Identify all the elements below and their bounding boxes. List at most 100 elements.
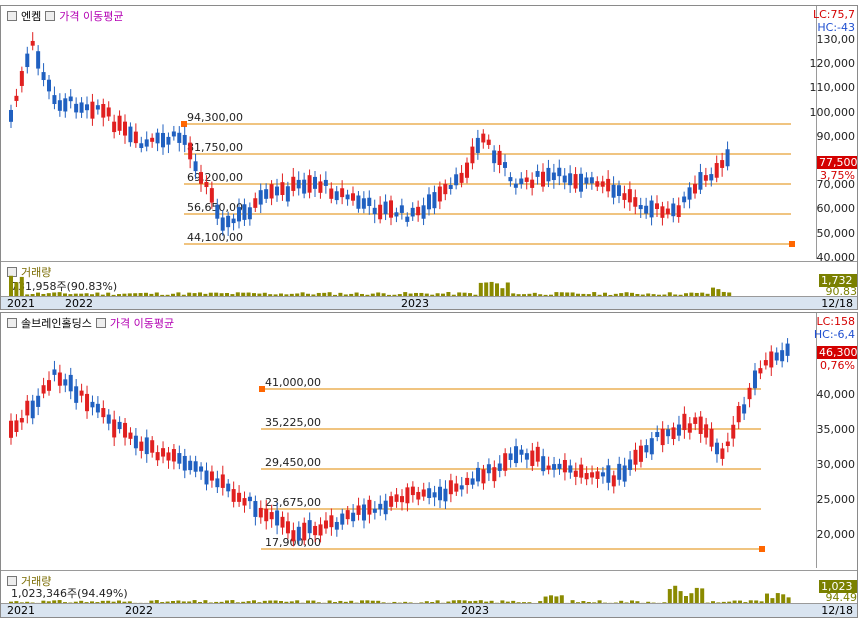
candle-body <box>95 105 100 110</box>
candle-body <box>231 218 236 224</box>
candle-body <box>204 181 209 188</box>
candle-body <box>448 480 453 495</box>
candle-body <box>171 449 176 462</box>
candle-body <box>9 109 13 122</box>
candle-body <box>237 207 241 222</box>
candle-body <box>508 177 513 182</box>
candle-body <box>492 467 497 482</box>
indicator-name: 가격 이동평균 <box>59 10 124 23</box>
candle-body <box>150 137 155 142</box>
candle-body <box>318 181 323 193</box>
candle-body <box>171 131 176 137</box>
top-price-chart[interactable]: 94,300,0081,750,0069,200,0056,650,0044,1… <box>1 6 819 259</box>
candle-body <box>291 530 296 542</box>
checkbox-icon[interactable] <box>95 318 106 328</box>
candle-body <box>703 175 708 181</box>
candle-body <box>709 428 714 447</box>
candle-body <box>421 489 426 497</box>
fib-label: 44,100,00 <box>187 231 243 244</box>
candle-body <box>720 448 725 459</box>
candle-body <box>389 496 394 507</box>
time-label-2023: 2023 <box>461 604 489 617</box>
candle-body <box>541 171 545 187</box>
candle-body <box>313 176 317 189</box>
candle-body <box>177 453 182 464</box>
candle-body <box>590 472 595 478</box>
candle-body <box>628 459 633 470</box>
candle-body <box>709 174 714 181</box>
checkbox-icon[interactable] <box>45 11 56 21</box>
candle-body <box>617 463 622 480</box>
candle-body <box>394 212 399 217</box>
volume-bar <box>700 588 705 604</box>
candle-body <box>595 181 600 187</box>
candle-body <box>329 188 334 199</box>
date-right: 12/18 <box>821 297 853 310</box>
candle-body <box>199 466 204 472</box>
checkbox-icon[interactable] <box>7 318 17 328</box>
candle-body <box>329 515 334 528</box>
candle-body <box>258 190 263 205</box>
candle-body <box>481 469 486 484</box>
candle-body <box>573 174 578 189</box>
checkbox-icon[interactable] <box>7 11 17 21</box>
candle-body <box>323 179 328 186</box>
candle-body <box>568 465 573 473</box>
candle-body <box>215 478 220 488</box>
candle-body <box>117 115 122 131</box>
candle-body <box>611 184 616 198</box>
candle-body <box>410 486 415 496</box>
fib-label: 29,450,00 <box>265 456 321 469</box>
candle-body <box>454 174 459 186</box>
candle-body <box>361 504 366 521</box>
candle-body <box>90 101 95 119</box>
time-label-2023: 2023 <box>401 297 429 310</box>
candle-body <box>524 453 529 460</box>
top-chart-title: 엔켐 가격 이동평균 <box>7 8 123 24</box>
candle-body <box>742 404 747 414</box>
candle-body <box>155 132 160 144</box>
candle-body <box>345 510 350 520</box>
bottom-chart-panel: 솔브레인홀딩스 가격 이동평균 41,000,00 35,225,00 29,450… <box>0 312 858 618</box>
bottom-volume-pane: 거래량 1,023,346주(94.49%) 1,023 94.49 <box>1 570 857 604</box>
candle-body <box>562 175 567 183</box>
candle-body <box>693 183 697 194</box>
candle-body <box>568 173 573 186</box>
current-price-box: 77,500 <box>817 156 858 169</box>
y-axis-label: 30,000 <box>816 458 856 471</box>
candle-body <box>655 432 660 438</box>
fib-label: 35,225,00 <box>265 416 321 429</box>
candle-body <box>394 494 399 502</box>
candle-body <box>682 413 687 431</box>
candle-body <box>557 463 562 470</box>
candle-body <box>514 446 519 464</box>
candle-body <box>269 512 274 520</box>
candle-body <box>579 173 583 192</box>
bottom-price-chart[interactable]: 41,000,0035,225,0029,450,0023,675,0017,9… <box>1 313 819 568</box>
fib-marker <box>789 241 795 247</box>
candle-body <box>676 424 681 436</box>
candle-body <box>30 40 35 46</box>
candle-body <box>133 131 138 144</box>
candle-body <box>665 208 670 215</box>
candle-body <box>513 183 518 188</box>
candle-body <box>714 442 719 455</box>
candle-body <box>731 424 736 439</box>
candle-body <box>486 464 491 474</box>
candle-body <box>188 460 193 471</box>
bottom-volume-bars <box>9 585 791 604</box>
candle-body <box>383 201 388 215</box>
top-y-axis: LC:75,7 HC:-43 130,00 120,000 110,000 100,0… <box>810 6 858 264</box>
candle-body <box>41 385 46 394</box>
candle-body <box>530 450 535 466</box>
candle-body <box>497 463 502 471</box>
candle-body <box>247 496 252 502</box>
candle-body <box>25 53 30 68</box>
candle-body <box>573 470 578 477</box>
fib-label: 94,300,00 <box>187 111 243 124</box>
candle-body <box>600 181 605 187</box>
candle-body <box>68 374 73 392</box>
candle-body <box>226 215 231 228</box>
candle-body <box>486 139 491 145</box>
candle-body <box>747 387 752 400</box>
